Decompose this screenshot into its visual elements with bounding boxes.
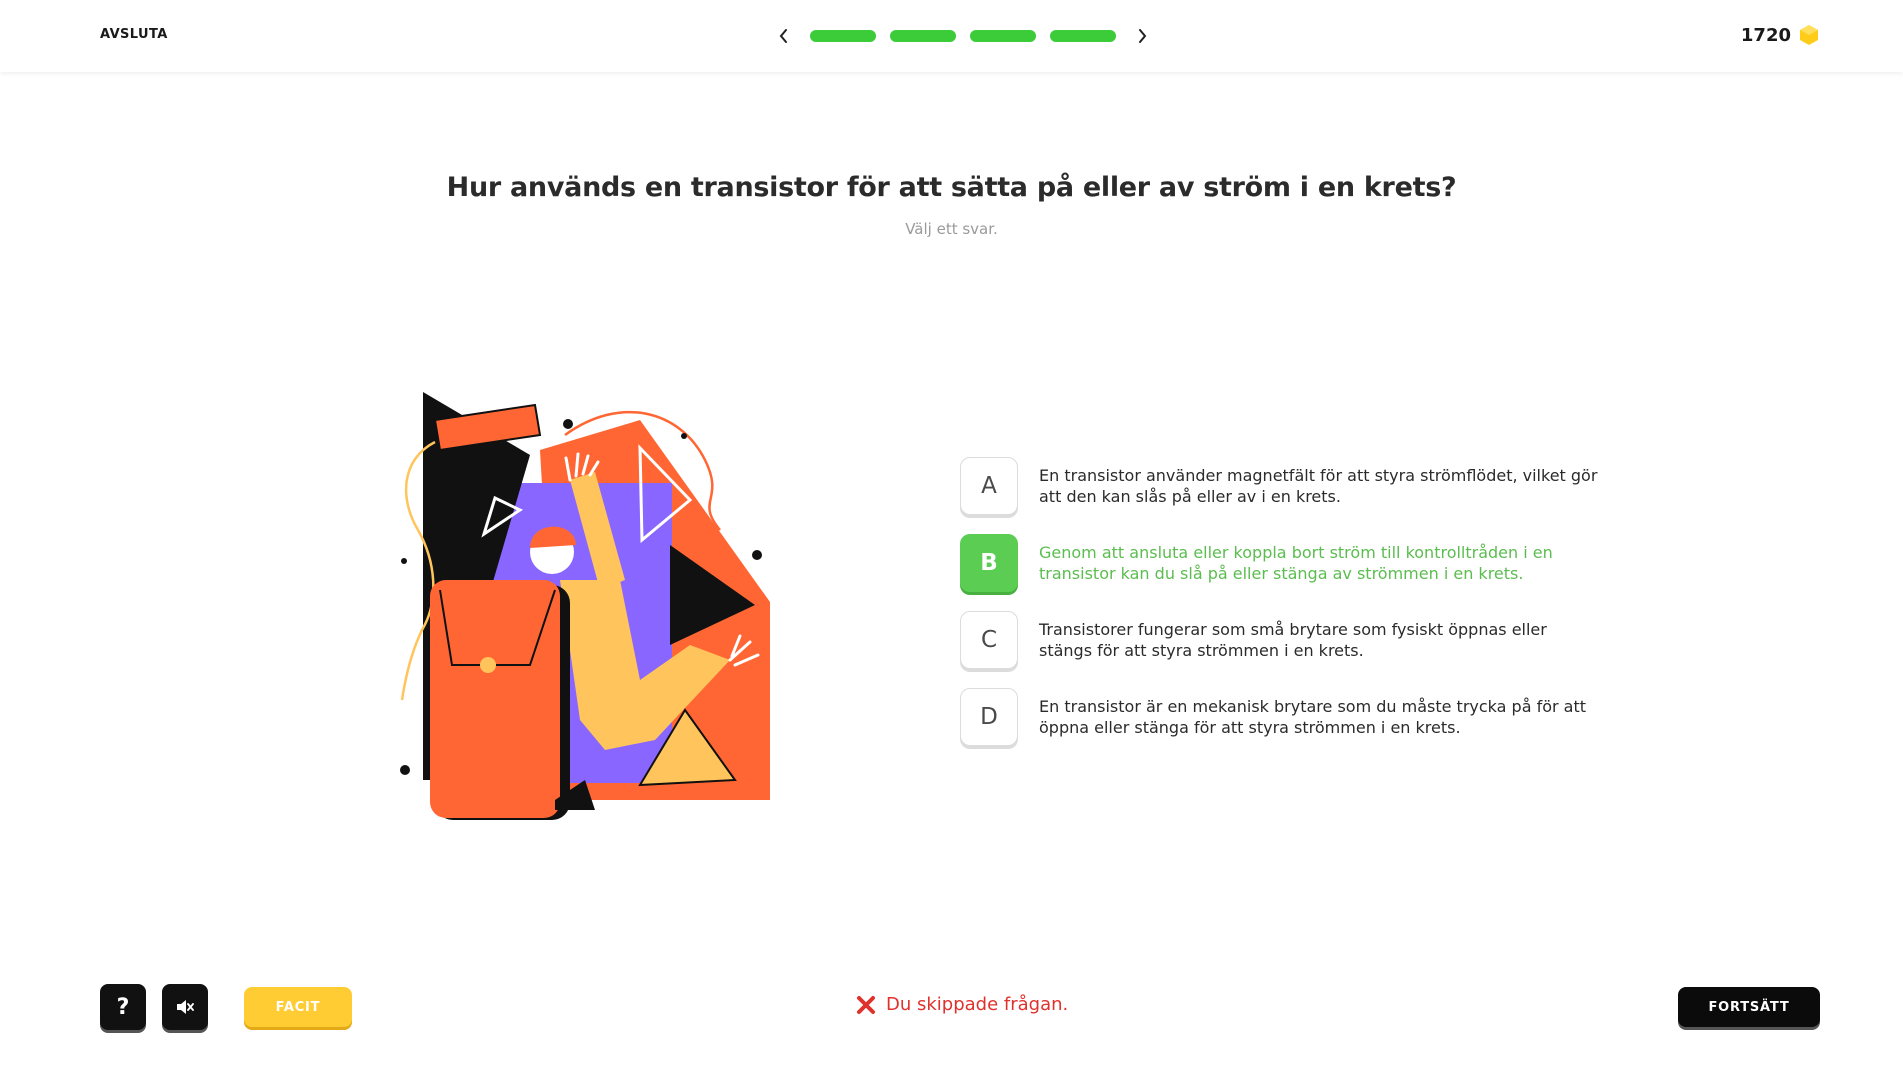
exit-button[interactable]: AVSLUTA — [100, 27, 168, 42]
progress-segment — [890, 30, 956, 42]
top-bar: AVSLUTA 1720 — [0, 0, 1903, 72]
answer-text: Genom att ansluta eller koppla bort strö… — [1039, 543, 1553, 583]
facit-button[interactable]: FACIT — [244, 987, 352, 1027]
question-title: Hur används en transistor för att sätta … — [446, 172, 1457, 203]
help-button[interactable]: ? — [100, 984, 146, 1030]
score-display: 1720 — [1741, 24, 1819, 46]
score-value: 1720 — [1740, 24, 1791, 46]
progress-segment — [1050, 30, 1116, 42]
answer-letter: D — [960, 688, 1018, 746]
answer-text: En transistor använder magnetfält för at… — [1039, 466, 1598, 506]
answer-letter: C — [960, 611, 1018, 669]
chevron-left-icon[interactable] — [772, 24, 796, 48]
answer-list: A En transistor använder magnetfält för … — [960, 456, 1600, 764]
continue-button[interactable]: FORTSÄTT — [1678, 987, 1820, 1027]
answer-text: Transistorer fungerar som små brytare so… — [1039, 620, 1547, 660]
red-x-icon — [857, 995, 875, 1014]
answer-option-a[interactable]: A En transistor använder magnetfält för … — [960, 456, 1600, 516]
answer-letter: A — [960, 457, 1018, 515]
chevron-right-icon[interactable] — [1130, 24, 1154, 48]
status-text: Du skippade frågan. — [886, 994, 1069, 1015]
answer-option-b[interactable]: B Genom att ansluta eller koppla bort st… — [960, 533, 1600, 593]
question-hint: Välj ett svar. — [905, 220, 998, 238]
answer-letter: B — [960, 534, 1018, 592]
speaker-mute-icon — [177, 1000, 194, 1014]
answer-option-d[interactable]: D En transistor är en mekanisk brytare s… — [960, 687, 1600, 747]
progress-bar — [772, 22, 1154, 50]
progress-segment — [970, 30, 1036, 42]
hexagon-coin-icon — [1800, 25, 1818, 45]
illustration — [400, 392, 770, 820]
skip-status: Du skippade frågan. — [856, 994, 1068, 1015]
answer-text: En transistor är en mekanisk brytare som… — [1039, 697, 1587, 737]
progress-segment — [810, 30, 876, 42]
sound-toggle-button[interactable] — [162, 984, 208, 1030]
answer-option-c[interactable]: C Transistorer fungerar som små brytare … — [960, 610, 1600, 670]
